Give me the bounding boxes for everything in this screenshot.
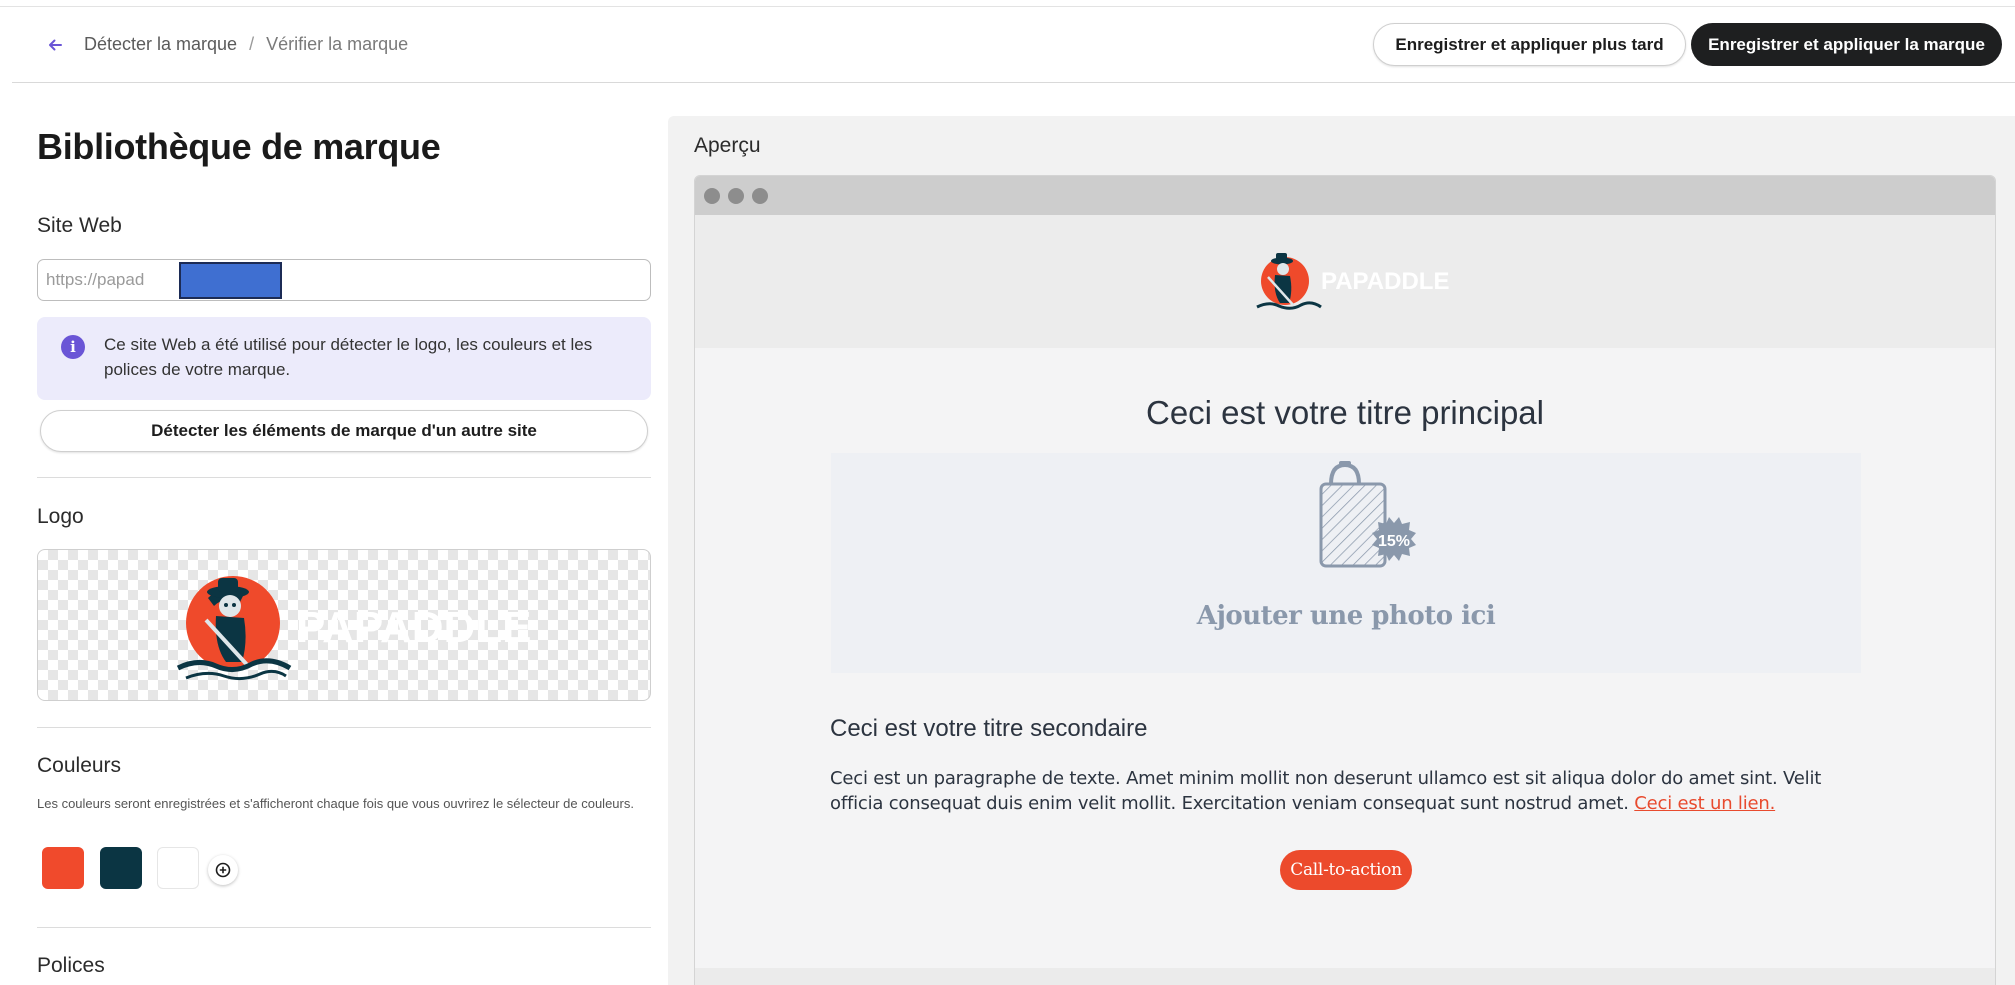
breadcrumb-detect[interactable]: Détecter la marque xyxy=(84,34,237,55)
info-banner: i Ce site Web a été utilisé pour détecte… xyxy=(37,317,651,400)
info-icon: i xyxy=(61,335,85,359)
papaddle-logo-icon: PAPADDLE xyxy=(176,576,532,681)
shopping-bag-discount-icon: 15% xyxy=(1319,461,1416,568)
browser-preview: PAPADDLE Ceci est votre titre principal … xyxy=(694,175,1996,985)
cta-button[interactable]: Call-to-action xyxy=(1280,850,1412,890)
preview-panel: Aperçu PAPADDLE Ceci est votre titre pri… xyxy=(668,116,2015,985)
papaddle-logo-icon: PAPADDLE xyxy=(1256,253,1449,310)
email-paragraph: Ceci est un paragraphe de texte. Amet mi… xyxy=(830,766,1840,816)
plus-circle-icon xyxy=(215,862,231,878)
divider xyxy=(37,927,651,928)
detect-other-site-button[interactable]: Détecter les éléments de marque d'un aut… xyxy=(40,410,648,452)
breadcrumb-verify: Vérifier la marque xyxy=(266,34,409,54)
logo-preview[interactable]: PAPADDLE xyxy=(37,549,651,701)
website-url-input[interactable]: https://papad l/ xyxy=(37,259,651,301)
colors-help-text: Les couleurs seront enregistrées et s'af… xyxy=(37,796,634,811)
window-dot xyxy=(752,188,768,204)
save-apply-brand-button[interactable]: Enregistrer et appliquer la marque xyxy=(1691,23,2002,66)
window-dot xyxy=(704,188,720,204)
email-main-title: Ceci est votre titre principal xyxy=(1146,394,1544,431)
logo-wordmark: PAPADDLE xyxy=(296,603,532,652)
info-text: Ce site Web a été utilisé pour détecter … xyxy=(104,335,593,379)
browser-toolbar xyxy=(695,176,1995,215)
arrow-left-icon xyxy=(49,39,62,51)
photo-placeholder[interactable]: 15% Ajouter une photo ici xyxy=(831,453,1861,673)
brand-library-panel: Bibliothèque de marque Site Web https://… xyxy=(12,84,657,985)
top-header: Détecter la marque / Vérifier la marque … xyxy=(12,7,2015,83)
preview-logo-wordmark: PAPADDLE xyxy=(1321,268,1449,295)
email-secondary-title: Ceci est votre titre secondaire xyxy=(830,715,1148,742)
add-color-button[interactable] xyxy=(208,855,238,885)
url-start: https://papad xyxy=(46,270,145,289)
divider xyxy=(37,477,651,478)
divider xyxy=(37,727,651,728)
paragraph-link[interactable]: Ceci est un lien. xyxy=(1634,793,1775,814)
fonts-label: Polices xyxy=(37,954,105,977)
back-button[interactable] xyxy=(42,32,68,58)
redacted-overlay xyxy=(179,262,282,299)
color-swatch-white[interactable] xyxy=(157,847,199,889)
color-swatch-orange[interactable] xyxy=(42,847,84,889)
discount-badge-text: 15% xyxy=(1378,533,1410,550)
page-title: Bibliothèque de marque xyxy=(37,126,441,167)
website-label: Site Web xyxy=(37,214,122,237)
breadcrumb: Détecter la marque / Vérifier la marque xyxy=(84,34,408,55)
preview-label: Aperçu xyxy=(694,134,761,157)
logo-label: Logo xyxy=(37,505,84,528)
email-header: PAPADDLE xyxy=(695,215,1995,348)
color-swatch-teal[interactable] xyxy=(100,847,142,889)
breadcrumb-separator: / xyxy=(249,34,255,54)
photo-placeholder-text: Ajouter une photo ici xyxy=(1196,601,1496,631)
colors-label: Couleurs xyxy=(37,754,122,777)
save-apply-later-button[interactable]: Enregistrer et appliquer plus tard xyxy=(1373,23,1686,66)
window-dot xyxy=(728,188,744,204)
email-footer xyxy=(695,968,1995,985)
